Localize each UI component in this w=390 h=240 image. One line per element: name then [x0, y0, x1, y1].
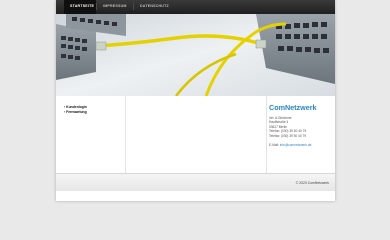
nav-item-impressum[interactable]: IMPRESSUM [97, 0, 133, 14]
nav-item-startseite[interactable]: STARTSEITE [64, 0, 96, 14]
fax-line: Telefax: (030) 39 50 40 79 [269, 133, 307, 138]
sidebar-item-label: Fernwartung [66, 110, 87, 114]
page-container: STARTSEITE IMPRESSUM DATENSCHUTZ ›Kunden… [56, 0, 335, 201]
address-block: Inh. A.Gleichner Hauffstraße 4 03627 Ber… [269, 116, 306, 138]
top-navigation: STARTSEITE IMPRESSUM DATENSCHUTZ [56, 0, 335, 14]
email-link[interactable]: info@comnetzwerk.de [280, 143, 312, 147]
phone-line: Telefon: (030) 39 50 40 75 [269, 129, 307, 134]
copyright-text: © 2023 ComNetzwerk [295, 181, 329, 185]
main-content [126, 96, 267, 173]
nav-item-datenschutz[interactable]: DATENSCHUTZ [134, 0, 176, 14]
sidebar-menu: ›Kundenlogin ›Fernwartung [56, 96, 125, 115]
bullet-icon: › [64, 110, 66, 114]
email-label: E-Mail: [269, 143, 279, 147]
footer: © 2023 ComNetzwerk [56, 173, 335, 191]
sidebar-item-label: Kundenlogin [66, 105, 87, 109]
hero-network-cable-image [56, 14, 335, 96]
sidebar: ›Kundenlogin ›Fernwartung [56, 96, 126, 173]
network-switch-illustration [56, 14, 335, 96]
email-line: E-Mail: info@comnetzwerk.de [269, 143, 311, 147]
contact-panel: ComNetzwerk Inh. A.Gleichner Hauffstraße… [267, 96, 335, 173]
sidebar-item-fernwartung[interactable]: ›Fernwartung [64, 110, 125, 115]
company-name: ComNetzwerk [269, 103, 317, 112]
